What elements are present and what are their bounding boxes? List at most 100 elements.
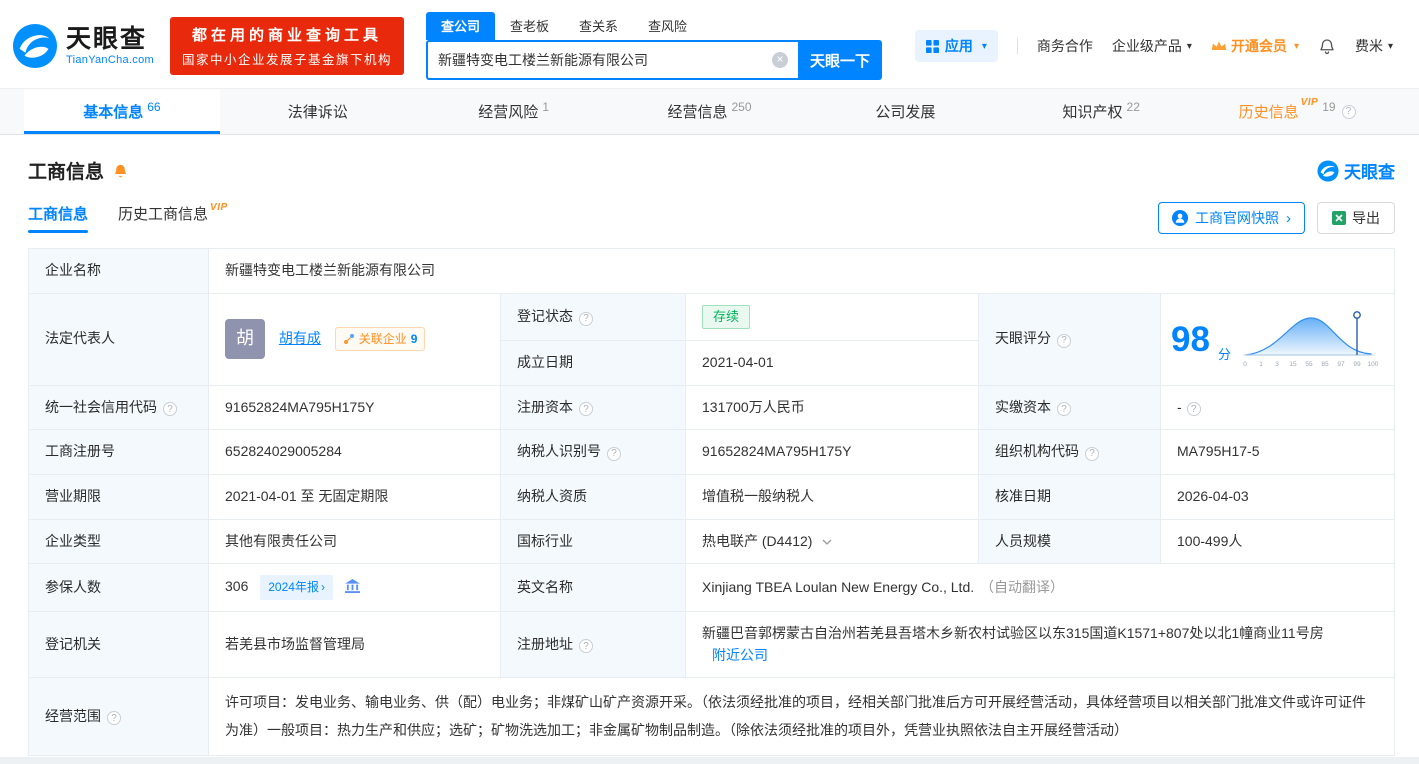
label-english-name: 英文名称 bbox=[500, 563, 686, 612]
tab-intellectual-property[interactable]: 知识产权 22 bbox=[1003, 89, 1199, 134]
excel-icon bbox=[1332, 211, 1346, 225]
help-icon[interactable]: ? bbox=[579, 311, 593, 326]
chevron-down-icon: ▾ bbox=[1186, 40, 1192, 52]
vip-badge: VIP bbox=[1300, 97, 1319, 108]
label-paid-capital: 实缴资本? bbox=[978, 384, 1161, 431]
notification-bell-icon[interactable] bbox=[1318, 37, 1336, 55]
table-row: 法定代表人 胡 胡有成 关联企业 9 登记状态? 存续 天眼评分 ? 98 分 … bbox=[28, 292, 1395, 386]
help-icon[interactable]: ? bbox=[1186, 402, 1201, 417]
page-bottom-strip bbox=[0, 757, 1419, 764]
label-business-scope: 经营范围? bbox=[28, 677, 209, 756]
legal-rep-name[interactable]: 胡有成 bbox=[279, 330, 321, 346]
vip-badge: VIP bbox=[210, 202, 228, 213]
chevron-down-icon: ▾ bbox=[1293, 40, 1299, 52]
subtab-row: 工商信息 历史工商信息 VIP 工商官网快照 › 导出 bbox=[28, 202, 1395, 246]
value-score: 98 分 0 1 3 15 55 85 97 99 100 bbox=[1160, 292, 1395, 386]
search-area: 查公司 查老板 查关系 查风险 × 天眼一下 bbox=[425, 12, 882, 80]
subtab-business-info[interactable]: 工商信息 bbox=[28, 203, 89, 233]
value-english-name: Xinjiang TBEA Loulan New Energy Co., Ltd… bbox=[685, 563, 1395, 612]
promo-banner: 都在用的商业查询工具 国家中小企业发展子基金旗下机构 bbox=[169, 17, 404, 75]
table-row: 工商注册号 652824029005284 纳税人识别号? 91652824MA… bbox=[28, 429, 1395, 475]
table-row: 统一社会信用代码? 91652824MA795H175Y 注册资本? 13170… bbox=[28, 384, 1395, 431]
business-info-table: 企业名称 新疆特变电工楼兰新能源有限公司 法定代表人 胡 胡有成 关联企业 9 … bbox=[28, 248, 1395, 756]
help-icon[interactable]: ? bbox=[107, 711, 121, 726]
promo-banner-line1: 都在用的商业查询工具 bbox=[191, 27, 382, 44]
search-input[interactable] bbox=[437, 52, 772, 68]
logo-subtitle: TianYanCha.com bbox=[66, 53, 154, 66]
svg-text:3: 3 bbox=[1275, 361, 1279, 368]
tab-business-info[interactable]: 经营信息 250 bbox=[612, 89, 808, 134]
tianyancha-logo[interactable]: 天眼查 TianYanCha.com bbox=[12, 23, 154, 69]
annual-report-badge[interactable]: 2024年报 › bbox=[260, 575, 333, 600]
nav-enterprise-products[interactable]: 企业级产品 ▾ bbox=[1112, 36, 1192, 56]
official-snapshot-button[interactable]: 工商官网快照 › bbox=[1158, 202, 1305, 234]
label-insured-count: 参保人数 bbox=[28, 563, 209, 612]
apps-grid-icon bbox=[925, 39, 939, 53]
related-companies-badge[interactable]: 关联企业 9 bbox=[334, 326, 426, 352]
auto-translate-note: （自动翻译） bbox=[980, 578, 1065, 595]
nav-user-menu[interactable]: 费米 ▾ bbox=[1355, 36, 1393, 56]
nav-business-cooperation[interactable]: 商务合作 bbox=[1037, 36, 1093, 56]
help-icon[interactable]: ? bbox=[163, 402, 177, 417]
help-icon[interactable]: ? bbox=[579, 639, 593, 654]
help-icon[interactable]: ? bbox=[1057, 402, 1071, 417]
subscribe-bell-icon[interactable] bbox=[112, 162, 129, 179]
svg-text:100: 100 bbox=[1368, 361, 1379, 368]
search-tab-company[interactable]: 查公司 bbox=[425, 12, 495, 40]
legal-rep-avatar[interactable]: 胡 bbox=[225, 319, 265, 360]
company-tab-bar: 基本信息 66 法律诉讼 经营风险 1 经营信息 250 公司发展 知识产权 22 历史… bbox=[0, 88, 1419, 135]
chevron-down-icon[interactable] bbox=[822, 539, 832, 545]
help-icon[interactable]: ? bbox=[1057, 334, 1071, 348]
svg-text:1: 1 bbox=[1259, 361, 1263, 368]
tab-company-development[interactable]: 公司发展 bbox=[807, 89, 1003, 134]
nav-apps-menu[interactable]: 应用 ▾ bbox=[914, 30, 998, 62]
value-company-name: 新疆特变电工楼兰新能源有限公司 bbox=[208, 248, 1395, 294]
bank-icon[interactable] bbox=[344, 579, 360, 594]
help-icon[interactable]: ? bbox=[1085, 446, 1099, 461]
tab-history-info[interactable]: 历史信息 VIP 19 ? bbox=[1199, 89, 1395, 134]
svg-text:85: 85 bbox=[1321, 361, 1329, 368]
search-tab-relation[interactable]: 查关系 bbox=[564, 12, 633, 40]
label-reg-capital: 注册资本? bbox=[500, 384, 686, 431]
search-input-box: × bbox=[425, 40, 798, 80]
help-icon[interactable]: ? bbox=[607, 446, 621, 461]
label-industry: 国标行业 bbox=[500, 518, 686, 565]
tianyancha-logo-icon bbox=[12, 23, 58, 69]
score-distribution-chart: 0 1 3 15 55 85 97 99 100 bbox=[1242, 311, 1379, 368]
search-tab-boss[interactable]: 查老板 bbox=[495, 12, 564, 40]
label-credit-code: 统一社会信用代码? bbox=[28, 384, 209, 431]
label-reg-authority: 登记机关 bbox=[28, 610, 209, 679]
tab-legal-proceedings[interactable]: 法律诉讼 bbox=[220, 89, 416, 134]
label-taxpayer-id: 纳税人识别号? bbox=[500, 429, 686, 475]
subtab-history-business-info[interactable]: 历史工商信息 VIP bbox=[118, 202, 228, 233]
tab-basic-info[interactable]: 基本信息 66 bbox=[24, 89, 220, 134]
arrow-right-icon: › bbox=[320, 580, 325, 595]
nearby-companies-link[interactable]: 附近公司 bbox=[712, 647, 768, 663]
value-reg-status: 存续 bbox=[685, 292, 979, 341]
export-button[interactable]: 导出 bbox=[1317, 202, 1395, 234]
label-business-term: 营业期限 bbox=[28, 473, 209, 520]
help-icon[interactable]: ? bbox=[579, 402, 593, 417]
value-company-type: 其他有限责任公司 bbox=[208, 518, 501, 565]
graph-icon bbox=[343, 334, 354, 345]
search-button[interactable]: 天眼一下 bbox=[797, 40, 882, 80]
clear-icon[interactable]: × bbox=[771, 52, 788, 68]
tab-business-risk[interactable]: 经营风险 1 bbox=[416, 89, 612, 134]
help-icon[interactable]: ? bbox=[1341, 104, 1356, 119]
table-row: 企业类型 其他有限责任公司 国标行业 热电联产 (D4412) 人员规模 100… bbox=[28, 518, 1395, 565]
label-org-code: 组织机构代码? bbox=[978, 429, 1161, 475]
label-staff-size: 人员规模 bbox=[978, 518, 1161, 565]
label-taxpayer-quality: 纳税人资质 bbox=[500, 473, 686, 520]
search-tab-risk[interactable]: 查风险 bbox=[633, 12, 702, 40]
top-navigation: 应用 ▾ 商务合作 企业级产品 ▾ 开通会员 ▾ 费米 ▾ bbox=[914, 30, 1393, 62]
top-header: 天眼查 TianYanCha.com 都在用的商业查询工具 国家中小企业发展子基… bbox=[0, 0, 1419, 88]
value-staff-size: 100-499人 bbox=[1160, 518, 1395, 565]
value-business-scope: 许可项目：发电业务、输电业务、供（配）电业务；非煤矿山矿产资源开采。（依法须经批… bbox=[208, 677, 1395, 756]
table-row: 参保人数 306 2024年报 › 英文名称 Xinjiang TBEA Lou… bbox=[28, 563, 1395, 612]
label-score: 天眼评分? bbox=[978, 292, 1161, 386]
nav-open-vip[interactable]: 开通会员 ▾ bbox=[1211, 36, 1299, 56]
table-row: 营业期限 2021-04-01 至 无固定期限 纳税人资质 增值税一般纳税人 核… bbox=[28, 473, 1395, 520]
label-reg-number: 工商注册号 bbox=[28, 429, 209, 475]
value-business-term: 2021-04-01 至 无固定期限 bbox=[208, 473, 501, 520]
svg-text:55: 55 bbox=[1305, 361, 1313, 368]
